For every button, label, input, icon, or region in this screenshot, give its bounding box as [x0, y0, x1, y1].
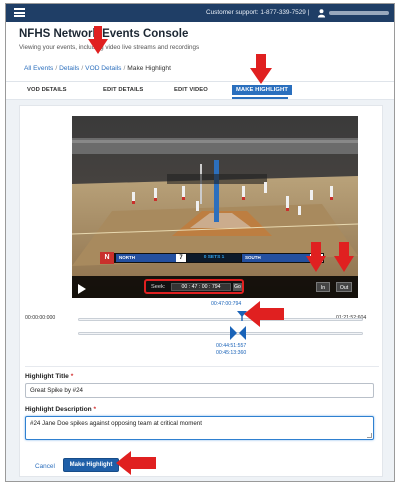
resize-grip-icon[interactable]	[367, 433, 372, 438]
breadcrumb-all-events[interactable]: All Events	[24, 65, 53, 72]
tab-edit-details[interactable]: EDIT DETAILS	[103, 87, 143, 93]
annotation-arrow-down-icon	[306, 242, 326, 272]
annotation-arrow-down-icon	[334, 242, 354, 272]
breadcrumb-details[interactable]: Details	[59, 65, 79, 72]
tab-bar: VOD DETAILS EDIT DETAILS EDIT VIDEO MAKE…	[6, 82, 394, 100]
scoreboard-team-right: SOUTH	[242, 254, 310, 262]
top-navbar: Customer support: 1-877-339-7529 |	[6, 4, 394, 22]
tab-edit-video[interactable]: EDIT VIDEO	[174, 87, 208, 93]
playback-timeline-track[interactable]	[78, 318, 363, 321]
scoreboard-sets: 0 SETS 1	[187, 254, 241, 262]
tab-vod-details[interactable]: VOD DETAILS	[27, 87, 67, 93]
highlight-description-text: #24 Jane Doe spikes against opposing tea…	[30, 420, 202, 427]
breadcrumb-vod-details[interactable]: VOD Details	[85, 65, 121, 72]
scoreboard-team-left: NORTH	[116, 254, 176, 262]
section-divider	[25, 366, 379, 367]
breadcrumb: All Events / Details / VOD Details / Make High…	[24, 65, 171, 72]
seek-label: Seek:	[151, 284, 166, 290]
hamburger-menu-icon[interactable]	[14, 8, 25, 17]
highlight-description-textarea[interactable]: #24 Jane Doe spikes against opposing tea…	[25, 416, 374, 440]
make-highlight-button[interactable]: Make Highlight	[63, 458, 119, 472]
set-in-button[interactable]: In	[316, 282, 330, 292]
play-icon[interactable]	[78, 284, 86, 294]
seek-time-input[interactable]: 00 : 47 : 00 : 794	[171, 283, 231, 291]
seek-control: Seek: 00 : 47 : 00 : 794 Go	[144, 279, 244, 294]
page-header: NFHS Network Events Console Viewing your…	[6, 22, 394, 82]
out-point-time: 00:45:13:360	[216, 350, 247, 356]
highlight-title-input[interactable]: Great Spike by #24	[25, 383, 374, 398]
video-controls: Seek: 00 : 47 : 00 : 794 Go In Out	[72, 276, 358, 298]
timeline-start-time: 00:00:00:000	[25, 315, 56, 321]
highlight-range-track[interactable]	[78, 332, 363, 335]
breadcrumb-current: Make Highlight	[127, 65, 171, 72]
cancel-button[interactable]: Cancel	[35, 463, 55, 470]
user-icon[interactable]	[317, 8, 326, 18]
highlight-editor-card: N NORTH 7 0 SETS 1 SOUTH 12 Seek: 00 : 4…	[19, 105, 383, 477]
annotation-arrow-left-icon	[244, 301, 284, 327]
annotation-arrow-down-icon	[250, 54, 272, 84]
tab-make-highlight[interactable]: MAKE HIGHLIGHT	[232, 85, 292, 95]
set-out-button[interactable]: Out	[336, 282, 352, 292]
highlight-title-label: Highlight Title *	[25, 373, 74, 380]
in-point-time: 00:44:51:557	[216, 343, 247, 349]
seek-go-button[interactable]: Go	[233, 283, 242, 291]
playhead-time-label: 00:47:00:794	[211, 301, 242, 307]
annotation-arrow-down-icon	[88, 26, 108, 54]
user-email-redacted[interactable]	[329, 11, 389, 15]
active-tab-indicator	[232, 97, 288, 99]
in-out-range-handle-icon[interactable]	[230, 326, 247, 340]
scoreboard-overlay: N NORTH 7 0 SETS 1 SOUTH 12	[100, 252, 324, 264]
app-window: Customer support: 1-877-339-7529 | NFHS …	[5, 3, 395, 482]
team-logo-icon: N	[100, 252, 114, 264]
annotation-arrow-left-icon	[116, 451, 156, 475]
customer-support-text: Customer support: 1-877-339-7529 |	[206, 9, 310, 16]
scoreboard-score-left: 7	[176, 254, 186, 262]
highlight-description-label: Highlight Description *	[25, 406, 97, 413]
page-subtitle: Viewing your events, including video liv…	[19, 44, 200, 51]
